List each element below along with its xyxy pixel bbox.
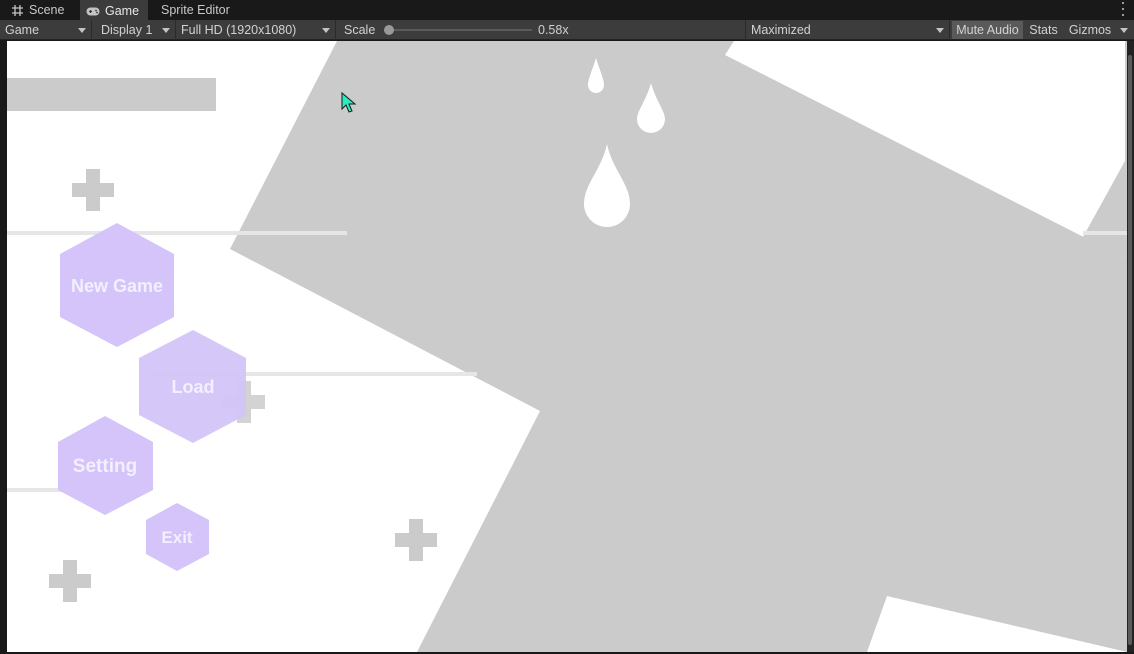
tab-scene[interactable]: Scene: [6, 0, 76, 20]
tab-game[interactable]: Game: [80, 0, 148, 20]
new-game-label: New Game: [71, 276, 163, 296]
scale-control: Scale 0.58x: [338, 20, 738, 40]
plus-icon: [49, 560, 91, 602]
window-tab-strip: Scene Game Sprite Editor: [0, 0, 1134, 20]
scale-slider-handle[interactable]: [384, 25, 394, 35]
game-viewport[interactable]: New Game Load Setting Exit: [7, 41, 1127, 652]
tab-label: Game: [105, 4, 140, 18]
tab-label: Sprite Editor: [161, 3, 230, 17]
chevron-down-icon: [162, 28, 170, 33]
load-button[interactable]: Load: [139, 330, 246, 443]
more-options-icon[interactable]: [1120, 2, 1126, 16]
setting-button[interactable]: Setting: [58, 416, 153, 515]
gizmos-dropdown[interactable]: [1116, 21, 1132, 39]
view-mode-value: Game: [5, 23, 40, 37]
title-bar-placeholder: [7, 78, 216, 111]
tab-sprite-editor[interactable]: Sprite Editor: [153, 0, 243, 20]
exit-button[interactable]: Exit: [146, 503, 209, 571]
gizmos-label: Gizmos: [1068, 23, 1112, 37]
view-mode-dropdown[interactable]: Game: [0, 20, 92, 40]
resolution-value: Full HD (1920x1080): [181, 23, 297, 37]
display-dropdown[interactable]: Display 1: [96, 20, 176, 40]
grid-icon: [10, 4, 24, 16]
chevron-down-icon: [1120, 27, 1128, 33]
new-game-button[interactable]: New Game: [60, 223, 174, 347]
drop-icon: [1031, 57, 1087, 159]
stats-label: Stats: [1029, 23, 1058, 37]
plus-icon: [395, 519, 437, 561]
gamepad-icon: [86, 5, 100, 17]
scale-value: 0.58x: [538, 23, 569, 37]
mute-audio-toggle[interactable]: Mute Audio: [952, 21, 1023, 39]
viewport-left-edge: [0, 41, 7, 654]
load-label: Load: [172, 377, 215, 397]
play-mode-dropdown[interactable]: Maximized: [745, 20, 950, 40]
background-shape: [230, 41, 1127, 652]
chevron-down-icon: [936, 28, 944, 33]
stats-toggle[interactable]: Stats: [1025, 21, 1062, 39]
resolution-dropdown[interactable]: Full HD (1920x1080): [176, 20, 336, 40]
mute-audio-label: Mute Audio: [956, 23, 1019, 37]
tab-label: Scene: [29, 3, 65, 17]
chevron-down-icon: [78, 28, 86, 33]
game-scene: New Game Load Setting Exit: [7, 41, 1127, 652]
game-view-toolbar: Game Display 1 Full HD (1920x1080) Scale…: [0, 20, 1134, 40]
setting-label: Setting: [73, 456, 137, 477]
gizmos-toggle[interactable]: Gizmos: [1064, 21, 1116, 39]
divider-line: [1083, 231, 1127, 235]
chevron-down-icon: [322, 28, 330, 33]
scale-slider-track[interactable]: [388, 29, 532, 31]
exit-label: Exit: [161, 528, 193, 547]
play-mode-value: Maximized: [751, 23, 811, 37]
plus-icon: [72, 169, 114, 211]
divider-line: [7, 231, 347, 235]
display-value: Display 1: [101, 23, 153, 37]
scale-label: Scale: [344, 23, 376, 37]
scrollbar-thumb[interactable]: [1128, 55, 1132, 645]
